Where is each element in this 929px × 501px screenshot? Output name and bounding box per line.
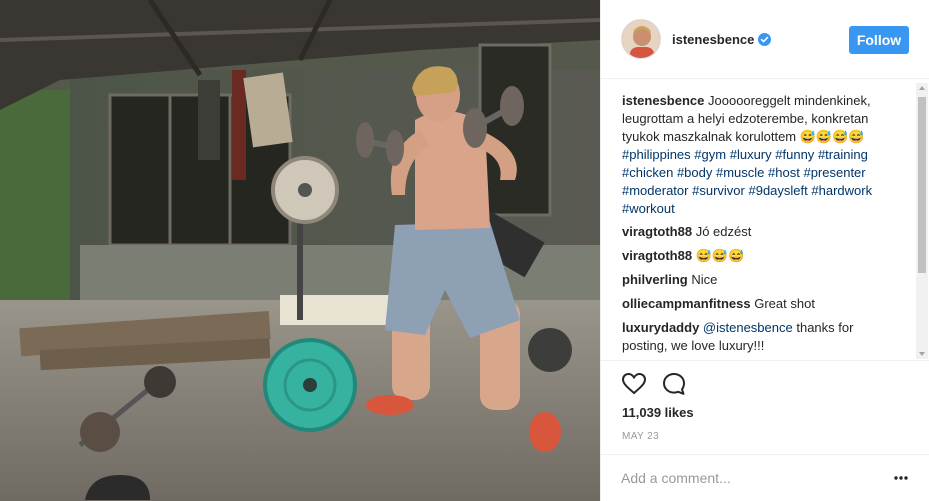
heart-icon[interactable] (621, 371, 647, 397)
post-photo[interactable] (0, 0, 600, 501)
hashtag-link[interactable]: #9daysleft (748, 183, 807, 198)
verified-badge-icon (758, 33, 771, 46)
comment-item: viragtoth88 😅😅😅 (622, 247, 900, 265)
comment-item: philverling Nice (622, 271, 900, 289)
username[interactable]: istenesbence (672, 32, 754, 47)
caption: istenesbence Joooooreggelt mindenkinek, … (622, 92, 900, 218)
instagram-post: istenesbence Follow istenesbence Jooooor… (0, 0, 929, 501)
post-side-panel: istenesbence Follow istenesbence Jooooor… (600, 0, 929, 501)
comment-bubble-icon[interactable] (661, 371, 687, 397)
hashtag-link[interactable]: #chicken (622, 165, 673, 180)
post-header: istenesbence Follow (601, 0, 929, 79)
comment-text: Nice (691, 272, 718, 287)
comment-item: olliecampmanfitness Great shot (622, 295, 900, 313)
hashtag-link[interactable]: #luxury (730, 147, 772, 162)
add-comment-bar (601, 454, 929, 501)
post-actions: 11,039 likes MAY 23 (601, 360, 929, 461)
scroll-down-arrow-icon[interactable] (919, 352, 925, 356)
comment-item: viragtoth88 Jó edzést (622, 223, 900, 241)
hashtag-link[interactable]: #body (677, 165, 712, 180)
comment-username[interactable]: viragtoth88 (622, 224, 692, 239)
hashtag-link[interactable]: #training (818, 147, 868, 162)
comment-mention[interactable]: @istenesbence (703, 320, 793, 335)
hashtag-link[interactable]: #moderator (622, 183, 688, 198)
caption-hashtags: #philippines #gym #luxury #funny #traini… (622, 147, 872, 216)
hashtag-link[interactable]: #host (768, 165, 800, 180)
hashtag-link[interactable]: #presenter (803, 165, 865, 180)
likes-count[interactable]: 11,039 likes (622, 405, 694, 420)
avatar[interactable] (621, 19, 661, 59)
comment-text: 😅😅😅 (695, 248, 745, 263)
comments-scrollbar[interactable] (916, 83, 928, 359)
caption-username[interactable]: istenesbence (622, 93, 704, 108)
gym-photo-illustration (0, 0, 600, 501)
comment-text: Jó edzést (695, 224, 752, 239)
comment-username[interactable]: olliecampmanfitness (622, 296, 751, 311)
hashtag-link[interactable]: #workout (622, 201, 675, 216)
hashtag-link[interactable]: #funny (775, 147, 814, 162)
comment-username[interactable]: luxurydaddy (622, 320, 699, 335)
more-options-icon[interactable] (894, 476, 908, 480)
hashtag-link[interactable]: #survivor (692, 183, 745, 198)
comment-item: luxurydaddy @istenesbence thanks for pos… (622, 319, 900, 355)
hashtag-link[interactable]: #muscle (716, 165, 764, 180)
comment-username[interactable]: viragtoth88 (622, 248, 692, 263)
comments-list[interactable]: istenesbence Joooooreggelt mindenkinek, … (601, 80, 929, 360)
avatar-image (622, 20, 660, 58)
follow-button[interactable]: Follow (849, 26, 909, 54)
add-comment-input[interactable] (621, 467, 871, 489)
hashtag-link[interactable]: #philippines (622, 147, 691, 162)
comment-username[interactable]: philverling (622, 272, 688, 287)
hashtag-link[interactable]: #gym (694, 147, 726, 162)
scroll-up-arrow-icon[interactable] (919, 86, 925, 90)
post-date[interactable]: MAY 23 (622, 431, 659, 442)
hashtag-link[interactable]: #hardwork (811, 183, 872, 198)
scrollbar-thumb[interactable] (918, 97, 926, 273)
comment-text: Great shot (754, 296, 815, 311)
